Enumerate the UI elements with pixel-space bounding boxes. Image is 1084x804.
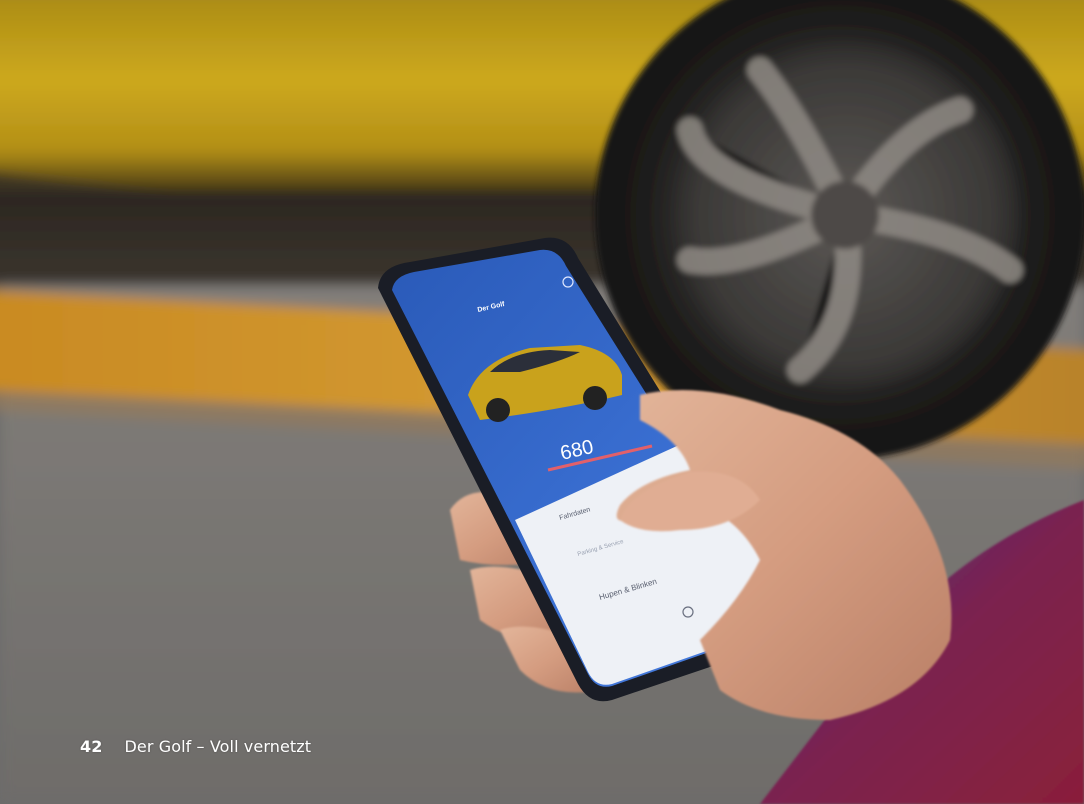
page-caption: 42 Der Golf – Voll vernetzt xyxy=(80,734,311,758)
caption-title: Der Golf – Voll vernetzt xyxy=(124,736,312,756)
page-number: 42 xyxy=(80,736,103,756)
photo-scene: 680 Der Golf Fahrdaten Parking & Service… xyxy=(0,0,1084,804)
